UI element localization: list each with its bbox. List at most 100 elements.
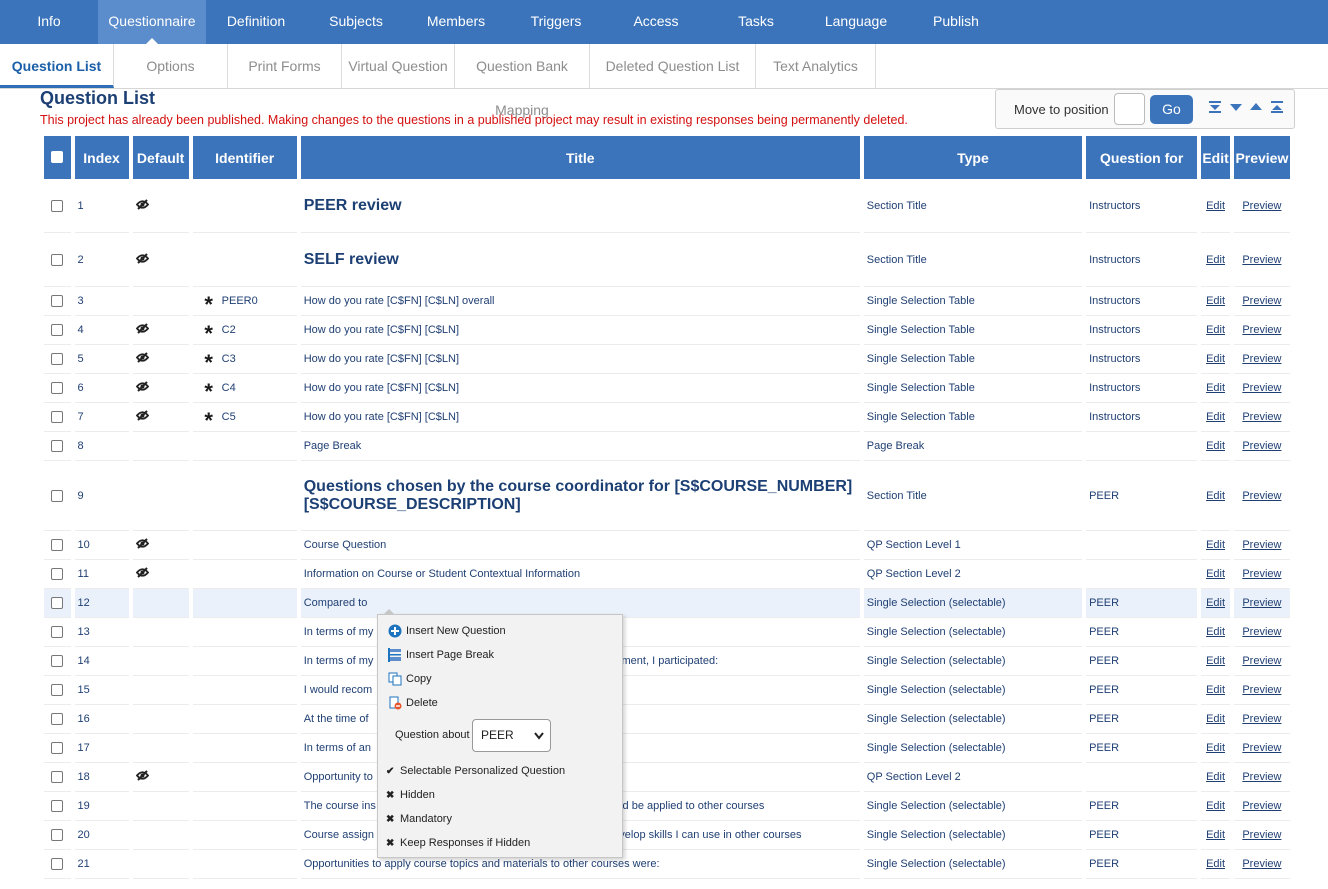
edit-link[interactable]: Edit: [1206, 353, 1225, 365]
move-to-bottom-icon[interactable]: [1208, 100, 1222, 114]
table-row[interactable]: 8 Page Break Page Break Edit Preview: [44, 432, 1290, 461]
nav-tab-publish[interactable]: Publish: [906, 0, 1006, 44]
table-row[interactable]: 2 SELF review Section Title Instructors Edit…: [44, 233, 1290, 287]
edit-link[interactable]: Edit: [1206, 829, 1225, 841]
title-header[interactable]: Title: [300, 131, 860, 179]
edit-link[interactable]: Edit: [1206, 684, 1225, 696]
preview-link[interactable]: Preview: [1242, 200, 1281, 212]
table-row[interactable]: 20 Course assign develop skills I can use …: [44, 821, 1290, 850]
subtab-print-forms[interactable]: Print Forms: [228, 44, 342, 88]
table-row[interactable]: 13 In terms of my Single Selection (select…: [44, 618, 1290, 647]
table-row[interactable]: 4 * C2 How do you rate [C$FN] [C$LN] Single …: [44, 316, 1290, 345]
row-checkbox[interactable]: [51, 684, 64, 697]
identifier-header[interactable]: Identifier: [192, 131, 297, 179]
table-row[interactable]: 6 * C4 How do you rate [C$FN] [C$LN] Single …: [44, 374, 1290, 403]
row-checkbox[interactable]: [51, 858, 64, 871]
edit-link[interactable]: Edit: [1206, 254, 1225, 266]
preview-link[interactable]: Preview: [1242, 353, 1281, 365]
default-header[interactable]: Default: [132, 131, 189, 179]
preview-link[interactable]: Preview: [1242, 713, 1281, 725]
row-checkbox[interactable]: [51, 295, 64, 308]
preview-link[interactable]: Preview: [1242, 295, 1281, 307]
nav-tab-members[interactable]: Members: [406, 0, 506, 44]
row-checkbox[interactable]: [51, 382, 64, 395]
move-down-icon[interactable]: [1229, 100, 1243, 114]
row-checkbox[interactable]: [51, 742, 64, 755]
nav-tab-info[interactable]: Info: [0, 0, 98, 44]
row-checkbox[interactable]: [51, 597, 64, 610]
edit-link[interactable]: Edit: [1206, 440, 1225, 452]
subtab-virtual-question[interactable]: Virtual Question: [342, 44, 455, 88]
edit-link[interactable]: Edit: [1206, 597, 1225, 609]
row-checkbox[interactable]: [51, 655, 64, 668]
table-row[interactable]: 17 In terms of an Single Selection (select…: [44, 734, 1290, 763]
row-checkbox[interactable]: [51, 829, 64, 842]
table-row[interactable]: 3 * PEER0 How do you rate [C$FN] [C$LN] ove…: [44, 287, 1290, 316]
copy-item[interactable]: Copy: [386, 669, 432, 689]
insert-page-break-item[interactable]: Insert Page Break: [386, 645, 494, 665]
preview-link[interactable]: Preview: [1242, 858, 1281, 870]
subtab-question-bank-mapping[interactable]: Question Bank Mapping: [455, 44, 590, 118]
edit-link[interactable]: Edit: [1206, 742, 1225, 754]
table-row[interactable]: 10 Course Question QP Section Level 1 Edit P…: [44, 531, 1290, 560]
row-checkbox[interactable]: [51, 539, 64, 552]
nav-tab-tasks[interactable]: Tasks: [706, 0, 806, 44]
row-checkbox[interactable]: [51, 253, 64, 266]
row-checkbox[interactable]: [51, 199, 64, 212]
position-input[interactable]: [1114, 93, 1145, 125]
nav-tab-subjects[interactable]: Subjects: [306, 0, 406, 44]
nav-tab-triggers[interactable]: Triggers: [506, 0, 606, 44]
row-checkbox[interactable]: [51, 411, 64, 424]
edit-link[interactable]: Edit: [1206, 490, 1225, 502]
preview-link[interactable]: Preview: [1242, 411, 1281, 423]
preview-link[interactable]: Preview: [1242, 324, 1281, 336]
edit-link[interactable]: Edit: [1206, 382, 1225, 394]
table-row[interactable]: 11 Information on Course or Student Conte…: [44, 560, 1290, 589]
row-checkbox[interactable]: [51, 713, 64, 726]
row-checkbox[interactable]: [51, 771, 64, 784]
nav-tab-questionnaire[interactable]: Questionnaire: [98, 0, 206, 44]
move-up-icon[interactable]: [1249, 100, 1263, 114]
subtab-options[interactable]: Options: [114, 44, 228, 88]
table-row[interactable]: 12 Compared to Single Selection (selectabl…: [44, 589, 1290, 618]
hidden-item[interactable]: ✖ Hidden: [386, 785, 435, 805]
preview-link[interactable]: Preview: [1242, 440, 1281, 452]
table-row[interactable]: 5 * C3 How do you rate [C$FN] [C$LN] Single …: [44, 345, 1290, 374]
index-header[interactable]: Index: [74, 131, 129, 179]
nav-tab-access[interactable]: Access: [606, 0, 706, 44]
subtab-question-list[interactable]: Question List: [0, 44, 114, 88]
edit-link[interactable]: Edit: [1206, 771, 1225, 783]
preview-link[interactable]: Preview: [1242, 254, 1281, 266]
row-checkbox[interactable]: [51, 440, 64, 453]
table-row[interactable]: 1 PEER review Section Title Instructors Edit…: [44, 179, 1290, 233]
edit-link[interactable]: Edit: [1206, 295, 1225, 307]
edit-link[interactable]: Edit: [1206, 626, 1225, 638]
preview-link[interactable]: Preview: [1242, 742, 1281, 754]
mandatory-item[interactable]: ✖ Mandatory: [386, 809, 452, 829]
edit-link[interactable]: Edit: [1206, 200, 1225, 212]
table-row[interactable]: 9 Questions chosen by the course coordina…: [44, 461, 1290, 531]
preview-link[interactable]: Preview: [1242, 568, 1281, 580]
selectable-personalized-item[interactable]: ✔ Selectable Personalized Question: [386, 761, 565, 781]
keep-responses-item[interactable]: ✖ Keep Responses if Hidden: [386, 833, 530, 853]
edit-link[interactable]: Edit: [1206, 411, 1225, 423]
subtab-text-analytics[interactable]: Text Analytics: [756, 44, 876, 88]
table-row[interactable]: 19 The course ins ould be applied to other…: [44, 792, 1290, 821]
edit-link[interactable]: Edit: [1206, 858, 1225, 870]
preview-link[interactable]: Preview: [1242, 626, 1281, 638]
delete-item[interactable]: Delete: [386, 693, 438, 713]
preview-link[interactable]: Preview: [1242, 490, 1281, 502]
row-checkbox[interactable]: [51, 568, 64, 581]
table-row[interactable]: 15 I would recom Single Selection (selecta…: [44, 676, 1290, 705]
edit-link[interactable]: Edit: [1206, 655, 1225, 667]
preview-link[interactable]: Preview: [1242, 539, 1281, 551]
select-all-checkbox[interactable]: [51, 150, 64, 163]
preview-link[interactable]: Preview: [1242, 655, 1281, 667]
subtab-deleted-question-list[interactable]: Deleted Question List: [590, 44, 756, 88]
nav-tab-definition[interactable]: Definition: [206, 0, 306, 44]
table-row[interactable]: 14 In terms of my nment, I participated: Si…: [44, 647, 1290, 676]
preview-link[interactable]: Preview: [1242, 684, 1281, 696]
go-button[interactable]: Go: [1150, 95, 1193, 124]
table-row[interactable]: 21 Opportunities to apply course topics a…: [44, 850, 1290, 879]
row-checkbox[interactable]: [51, 800, 64, 813]
